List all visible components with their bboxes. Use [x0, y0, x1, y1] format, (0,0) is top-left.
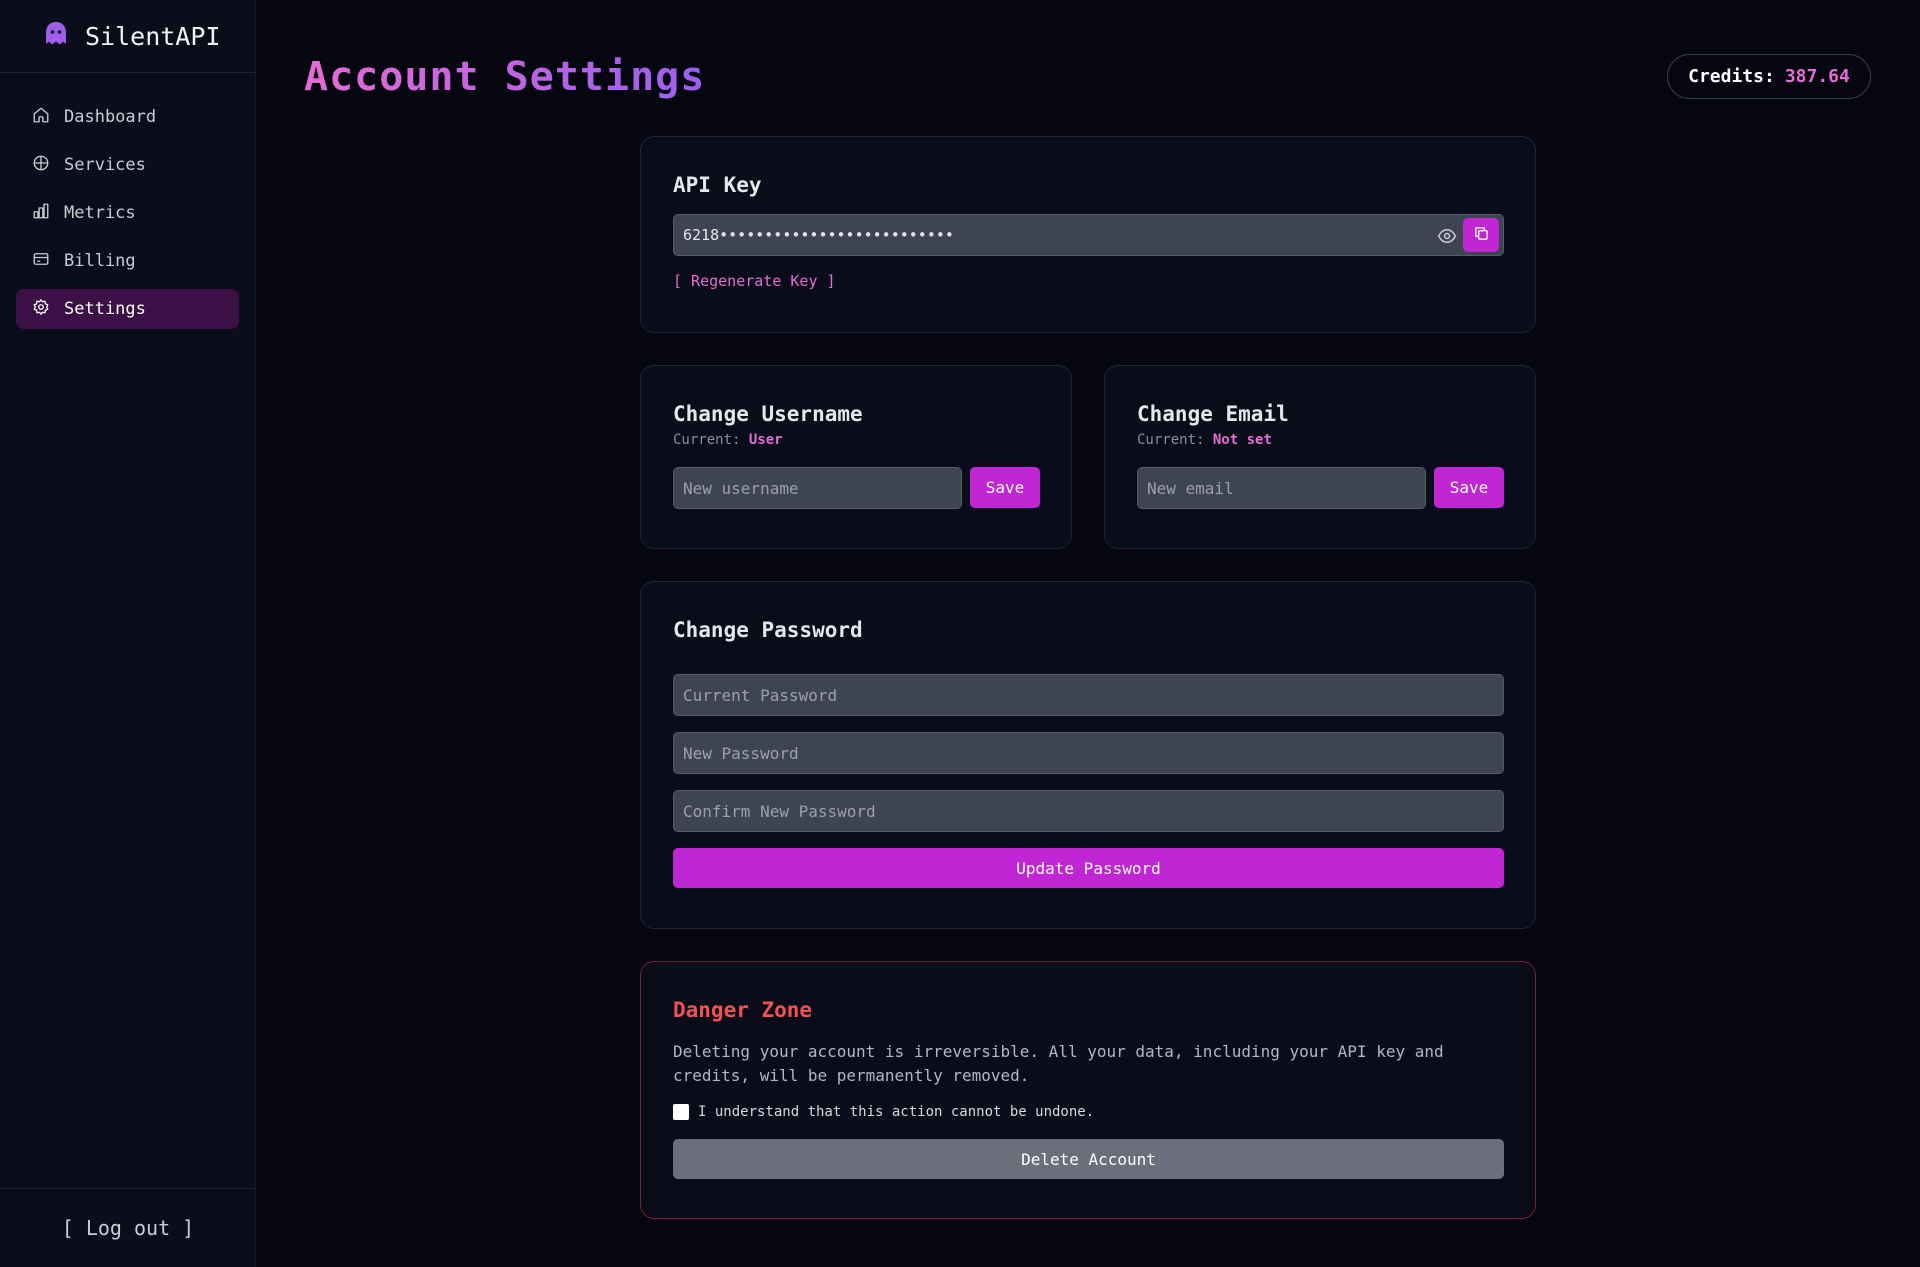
gear-icon	[32, 298, 50, 321]
copy-button[interactable]	[1463, 218, 1499, 252]
sidebar-nav: Dashboard Services Metrics Billing Setti…	[0, 73, 255, 329]
sidebar-item-services[interactable]: Services	[16, 145, 239, 185]
new-email-input[interactable]: New email	[1137, 467, 1426, 509]
delete-confirm-label: I understand that this action cannot be …	[698, 1104, 1095, 1120]
sidebar-item-settings[interactable]: Settings	[16, 289, 239, 329]
logout-button[interactable]: [ Log out ]	[62, 1216, 194, 1240]
api-key-card: API Key 6218•••••••••••••••••••••••••• […	[640, 136, 1536, 333]
sidebar-item-label: Metrics	[64, 203, 136, 223]
copy-icon	[1473, 225, 1490, 246]
app-name: SilentAPI	[85, 21, 221, 51]
credits-value: 387.64	[1784, 66, 1850, 87]
danger-zone-description: Deleting your account is irreversible. A…	[673, 1042, 1444, 1085]
credit-card-icon	[32, 250, 50, 273]
api-key-value: 6218••••••••••••••••••••••••••	[683, 226, 954, 244]
current-email-label: Current:	[1137, 432, 1205, 448]
delete-confirm[interactable]: I understand that this action cannot be …	[673, 1104, 1094, 1120]
save-email-button[interactable]: Save	[1434, 467, 1504, 508]
ghost-icon	[43, 20, 69, 52]
current-password-input[interactable]: Current Password	[673, 674, 1504, 716]
sidebar-item-label: Dashboard	[64, 107, 157, 127]
delete-account-button[interactable]: Delete Account	[673, 1139, 1504, 1179]
current-password-placeholder: Current Password	[683, 685, 838, 705]
globe-icon	[32, 154, 50, 177]
change-username-card: Change Username Current: User New userna…	[640, 365, 1072, 549]
change-password-title: Change Password	[673, 618, 863, 642]
current-username-value: User	[748, 432, 783, 448]
confirm-password-input[interactable]: Confirm New Password	[673, 790, 1504, 832]
save-username-button[interactable]: Save	[970, 467, 1040, 508]
sidebar-item-metrics[interactable]: Metrics	[16, 193, 239, 233]
current-email-value: Not set	[1212, 432, 1272, 448]
credits-badge: Credits: 387.64	[1667, 54, 1871, 99]
new-password-placeholder: New Password	[683, 743, 799, 763]
sidebar-item-label: Settings	[64, 299, 146, 319]
sidebar-item-label: Services	[64, 155, 146, 175]
change-email-card: Change Email Current: Not set New email …	[1104, 365, 1536, 549]
sidebar-item-label: Billing	[64, 251, 136, 271]
bar-chart-icon	[32, 202, 50, 225]
change-password-card: Change Password Current Password New Pas…	[640, 581, 1536, 929]
delete-confirm-checkbox[interactable]	[673, 1104, 689, 1120]
danger-zone-card: Danger Zone Deleting your account is irr…	[640, 961, 1536, 1219]
confirm-password-placeholder: Confirm New Password	[683, 801, 876, 821]
brand[interactable]: SilentAPI	[0, 0, 255, 73]
change-email-title: Change Email	[1137, 402, 1289, 426]
sidebar: SilentAPI Dashboard Services Metrics Bil…	[0, 0, 256, 1267]
credits-label: Credits:	[1688, 66, 1775, 87]
new-password-input[interactable]: New Password	[673, 732, 1504, 774]
new-email-placeholder: New email	[1147, 478, 1234, 498]
api-key-field[interactable]: 6218••••••••••••••••••••••••••	[673, 214, 1504, 256]
new-username-placeholder: New username	[683, 478, 799, 498]
danger-zone-title: Danger Zone	[673, 998, 813, 1022]
current-username: Current: User	[673, 432, 783, 448]
sidebar-item-billing[interactable]: Billing	[16, 241, 239, 281]
new-username-input[interactable]: New username	[673, 467, 962, 509]
logout-area: [ Log out ]	[0, 1188, 256, 1267]
page-title: Account Settings	[304, 54, 706, 100]
regenerate-key-link[interactable]: [ Regenerate Key ]	[673, 272, 836, 290]
current-username-label: Current:	[673, 432, 741, 448]
home-icon	[32, 106, 50, 129]
update-password-button[interactable]: Update Password	[673, 848, 1504, 888]
eye-icon[interactable]	[1437, 226, 1457, 246]
change-username-title: Change Username	[673, 402, 863, 426]
current-email: Current: Not set	[1137, 432, 1272, 448]
sidebar-item-dashboard[interactable]: Dashboard	[16, 97, 239, 137]
api-key-title: API Key	[673, 173, 762, 197]
